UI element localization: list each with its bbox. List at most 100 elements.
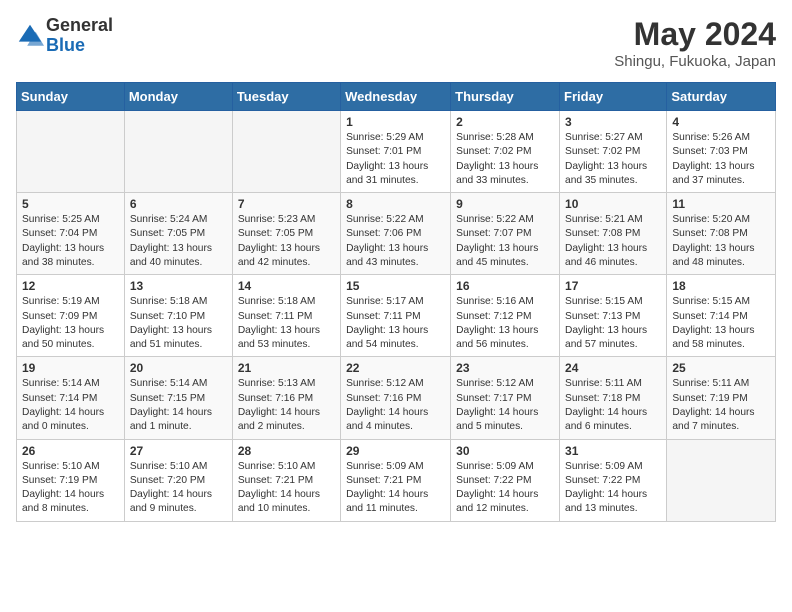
day-number: 21 xyxy=(238,361,335,375)
calendar-week-row: 26 Sunrise: 5:10 AM Sunset: 7:19 PM Dayli… xyxy=(17,439,776,521)
logo: General Blue xyxy=(16,16,113,56)
calendar-cell: 1Sunrise: 5:29 AM Sunset: 7:01 PM Daylig… xyxy=(341,111,451,193)
day-number: 26 xyxy=(22,444,119,458)
day-number: 30 xyxy=(456,444,554,458)
day-number: 16 xyxy=(456,279,554,293)
calendar-cell: 23 Sunrise: 5:12 AM Sunset: 7:17 PM Dayli… xyxy=(451,357,560,439)
day-header-thursday: Thursday xyxy=(451,83,560,111)
day-number: 13 xyxy=(130,279,227,293)
calendar-table: SundayMondayTuesdayWednesdayThursdayFrid… xyxy=(16,82,776,522)
day-number: 22 xyxy=(346,361,445,375)
day-info: Sunrise: 5:14 AM Sunset: 7:15 PM Dayligh… xyxy=(130,377,227,434)
day-number: 7 xyxy=(238,197,335,211)
day-number: 1 xyxy=(346,115,445,129)
logo-icon xyxy=(16,22,44,50)
calendar-cell: 13 Sunrise: 5:18 AM Sunset: 7:10 PM Dayli… xyxy=(124,275,232,357)
day-info: Sunrise: 5:17 AM Sunset: 7:11 PM Dayligh… xyxy=(346,295,445,352)
calendar-cell: 8 Sunrise: 5:22 AM Sunset: 7:06 PM Daylig… xyxy=(341,193,451,275)
day-number: 6 xyxy=(130,197,227,211)
day-info: Sunrise: 5:15 AM Sunset: 7:14 PM Dayligh… xyxy=(672,295,770,352)
calendar-cell: 30 Sunrise: 5:09 AM Sunset: 7:22 PM Dayli… xyxy=(451,439,560,521)
day-header-sunday: Sunday xyxy=(17,83,125,111)
logo-blue-text: Blue xyxy=(46,36,113,56)
day-number: 12 xyxy=(22,279,119,293)
day-info: Sunrise: 5:25 AM Sunset: 7:04 PM Dayligh… xyxy=(22,213,119,270)
day-info: Sunrise: 5:11 AM Sunset: 7:18 PM Dayligh… xyxy=(565,377,661,434)
calendar-cell: 17Sunrise: 5:15 AM Sunset: 7:13 PM Dayli… xyxy=(560,275,667,357)
day-number: 25 xyxy=(672,361,770,375)
calendar-cell: 21Sunrise: 5:13 AM Sunset: 7:16 PM Dayli… xyxy=(232,357,340,439)
day-info: Sunrise: 5:10 AM Sunset: 7:20 PM Dayligh… xyxy=(130,460,227,517)
day-header-tuesday: Tuesday xyxy=(232,83,340,111)
day-number: 24 xyxy=(565,361,661,375)
day-info: Sunrise: 5:09 AM Sunset: 7:22 PM Dayligh… xyxy=(565,460,661,517)
day-number: 9 xyxy=(456,197,554,211)
calendar-cell xyxy=(667,439,776,521)
day-number: 15 xyxy=(346,279,445,293)
calendar-week-row: 1Sunrise: 5:29 AM Sunset: 7:01 PM Daylig… xyxy=(17,111,776,193)
calendar-cell xyxy=(17,111,125,193)
day-number: 17 xyxy=(565,279,661,293)
day-info: Sunrise: 5:18 AM Sunset: 7:11 PM Dayligh… xyxy=(238,295,335,352)
day-number: 11 xyxy=(672,197,770,211)
day-info: Sunrise: 5:22 AM Sunset: 7:07 PM Dayligh… xyxy=(456,213,554,270)
day-info: Sunrise: 5:09 AM Sunset: 7:21 PM Dayligh… xyxy=(346,460,445,517)
day-info: Sunrise: 5:09 AM Sunset: 7:22 PM Dayligh… xyxy=(456,460,554,517)
title-block: May 2024 Shingu, Fukuoka, Japan xyxy=(614,16,776,70)
day-number: 19 xyxy=(22,361,119,375)
day-info: Sunrise: 5:12 AM Sunset: 7:16 PM Dayligh… xyxy=(346,377,445,434)
day-info: Sunrise: 5:10 AM Sunset: 7:21 PM Dayligh… xyxy=(238,460,335,517)
calendar-cell: 25Sunrise: 5:11 AM Sunset: 7:19 PM Dayli… xyxy=(667,357,776,439)
day-number: 31 xyxy=(565,444,661,458)
calendar-cell: 28 Sunrise: 5:10 AM Sunset: 7:21 PM Dayli… xyxy=(232,439,340,521)
calendar-cell: 15 Sunrise: 5:17 AM Sunset: 7:11 PM Dayli… xyxy=(341,275,451,357)
day-number: 28 xyxy=(238,444,335,458)
day-info: Sunrise: 5:16 AM Sunset: 7:12 PM Dayligh… xyxy=(456,295,554,352)
calendar-week-row: 19Sunrise: 5:14 AM Sunset: 7:14 PM Dayli… xyxy=(17,357,776,439)
day-number: 20 xyxy=(130,361,227,375)
calendar-title: May 2024 xyxy=(614,16,776,53)
day-number: 18 xyxy=(672,279,770,293)
logo-general-text: General xyxy=(46,16,113,36)
calendar-cell: 14 Sunrise: 5:18 AM Sunset: 7:11 PM Dayli… xyxy=(232,275,340,357)
day-number: 14 xyxy=(238,279,335,293)
page-header: General Blue May 2024 Shingu, Fukuoka, J… xyxy=(16,16,776,70)
day-info: Sunrise: 5:24 AM Sunset: 7:05 PM Dayligh… xyxy=(130,213,227,270)
day-info: Sunrise: 5:21 AM Sunset: 7:08 PM Dayligh… xyxy=(565,213,661,270)
calendar-cell: 16 Sunrise: 5:16 AM Sunset: 7:12 PM Dayli… xyxy=(451,275,560,357)
calendar-cell: 24 Sunrise: 5:11 AM Sunset: 7:18 PM Dayli… xyxy=(560,357,667,439)
day-info: Sunrise: 5:12 AM Sunset: 7:17 PM Dayligh… xyxy=(456,377,554,434)
day-header-monday: Monday xyxy=(124,83,232,111)
day-number: 5 xyxy=(22,197,119,211)
calendar-cell: 27 Sunrise: 5:10 AM Sunset: 7:20 PM Dayli… xyxy=(124,439,232,521)
day-number: 29 xyxy=(346,444,445,458)
calendar-cell: 6 Sunrise: 5:24 AM Sunset: 7:05 PM Daylig… xyxy=(124,193,232,275)
day-number: 23 xyxy=(456,361,554,375)
calendar-cell: 18 Sunrise: 5:15 AM Sunset: 7:14 PM Dayli… xyxy=(667,275,776,357)
calendar-cell: 12 Sunrise: 5:19 AM Sunset: 7:09 PM Dayli… xyxy=(17,275,125,357)
calendar-cell: 5 Sunrise: 5:25 AM Sunset: 7:04 PM Daylig… xyxy=(17,193,125,275)
day-number: 8 xyxy=(346,197,445,211)
day-info: Sunrise: 5:18 AM Sunset: 7:10 PM Dayligh… xyxy=(130,295,227,352)
day-header-friday: Friday xyxy=(560,83,667,111)
day-info: Sunrise: 5:19 AM Sunset: 7:09 PM Dayligh… xyxy=(22,295,119,352)
day-info: Sunrise: 5:22 AM Sunset: 7:06 PM Dayligh… xyxy=(346,213,445,270)
day-number: 10 xyxy=(565,197,661,211)
day-info: Sunrise: 5:20 AM Sunset: 7:08 PM Dayligh… xyxy=(672,213,770,270)
calendar-cell xyxy=(124,111,232,193)
calendar-cell: 2 Sunrise: 5:28 AM Sunset: 7:02 PM Daylig… xyxy=(451,111,560,193)
day-number: 3 xyxy=(565,115,661,129)
day-number: 27 xyxy=(130,444,227,458)
calendar-cell: 19Sunrise: 5:14 AM Sunset: 7:14 PM Dayli… xyxy=(17,357,125,439)
calendar-cell: 11 Sunrise: 5:20 AM Sunset: 7:08 PM Dayli… xyxy=(667,193,776,275)
calendar-header-row: SundayMondayTuesdayWednesdayThursdayFrid… xyxy=(17,83,776,111)
day-info: Sunrise: 5:26 AM Sunset: 7:03 PM Dayligh… xyxy=(672,131,770,188)
day-number: 2 xyxy=(456,115,554,129)
calendar-cell: 26 Sunrise: 5:10 AM Sunset: 7:19 PM Dayli… xyxy=(17,439,125,521)
day-info: Sunrise: 5:23 AM Sunset: 7:05 PM Dayligh… xyxy=(238,213,335,270)
calendar-cell: 31 Sunrise: 5:09 AM Sunset: 7:22 PM Dayli… xyxy=(560,439,667,521)
calendar-cell: 4Sunrise: 5:26 AM Sunset: 7:03 PM Daylig… xyxy=(667,111,776,193)
day-info: Sunrise: 5:10 AM Sunset: 7:19 PM Dayligh… xyxy=(22,460,119,517)
day-info: Sunrise: 5:28 AM Sunset: 7:02 PM Dayligh… xyxy=(456,131,554,188)
day-info: Sunrise: 5:27 AM Sunset: 7:02 PM Dayligh… xyxy=(565,131,661,188)
